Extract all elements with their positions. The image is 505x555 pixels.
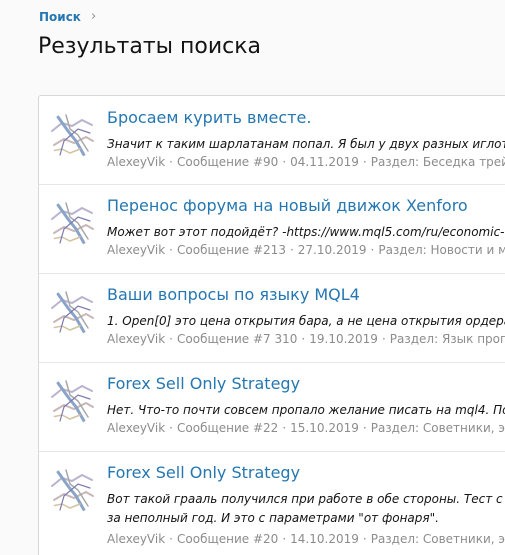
meta-separator: ·	[362, 532, 367, 546]
result-title-link[interactable]: Ваши вопросы по языку MQL4	[107, 285, 360, 304]
result-meta: AlexeyVik · Сообщение #7 310 · 19.10.2019 · Ра…	[107, 332, 505, 346]
message-number-link[interactable]: Сообщение #213	[177, 243, 286, 257]
message-number-link[interactable]: Сообщение #20	[177, 532, 278, 546]
author-link[interactable]: AlexeyVik	[107, 532, 165, 546]
result-title-link[interactable]: Forex Sell Only Strategy	[107, 374, 300, 393]
snippet-line: за неполный год. И это с параметрами "от…	[107, 511, 439, 525]
meta-separator: ·	[282, 532, 287, 546]
result-row: Forex Sell Only Strategy Нет. Что-то почт…	[39, 362, 505, 452]
result-title-link[interactable]: Перенос форума на новый движок Xenforo	[107, 196, 468, 215]
snippet-line: Нет. Что-то почти совсем пропало желание…	[107, 403, 505, 417]
result-title-link[interactable]: Бросаем курить вместе.	[107, 108, 311, 127]
snippet-line: Значит к таким шарлатанам попал. Я был у…	[107, 137, 505, 151]
snippet-line: Может вот этот подойдёт? -https://www.mq…	[107, 225, 505, 239]
meta-separator: ·	[301, 332, 306, 346]
meta-separator: ·	[289, 243, 294, 257]
avatar-map-image	[48, 377, 96, 425]
meta-separator: ·	[282, 155, 287, 169]
avatar-map-image	[48, 466, 96, 514]
meta-separator: ·	[169, 421, 173, 435]
post-date: 15.10.2019	[290, 421, 359, 435]
avatar-map-image	[48, 288, 96, 336]
post-date: 14.10.2019	[290, 532, 359, 546]
result-row: Перенос форума на новый движок Xenforo Мо…	[39, 184, 505, 274]
meta-separator: ·	[370, 243, 375, 257]
section-link[interactable]: Раздел: Новости и мнени	[378, 243, 505, 257]
section-link[interactable]: Раздел: Беседка трейдеро	[371, 155, 505, 169]
result-meta: AlexeyVik · Сообщение #22 · 15.10.2019 · Разде…	[107, 421, 505, 435]
meta-separator: ·	[362, 421, 367, 435]
avatar-map-image	[48, 199, 96, 247]
avatar[interactable]	[48, 111, 96, 159]
section-link[interactable]: Раздел: Советники, экспер	[371, 421, 505, 435]
result-meta: AlexeyVik · Сообщение #213 · 27.10.2019 · Разд…	[107, 243, 505, 257]
section-link[interactable]: Раздел: Язык програм	[390, 332, 505, 346]
author-link[interactable]: AlexeyVik	[107, 243, 165, 257]
result-snippet: 1. Open[0] это цена открытия бара, а не …	[107, 312, 505, 331]
meta-separator: ·	[169, 532, 173, 546]
author-link[interactable]: AlexeyVik	[107, 421, 165, 435]
result-meta: AlexeyVik · Сообщение #20 · 14.10.2019 · Разде…	[107, 532, 505, 546]
page-title: Результаты поиска	[38, 34, 262, 59]
result-row: Forex Sell Only Strategy Вот такой грааль…	[39, 451, 505, 555]
result-meta: AlexeyVik · Сообщение #90 · 04.11.2019 · Разде…	[107, 155, 505, 169]
author-link[interactable]: AlexeyVik	[107, 155, 165, 169]
result-snippet: Значит к таким шарлатанам попал. Я был у…	[107, 135, 505, 154]
meta-separator: ·	[362, 155, 367, 169]
avatar-map-image	[48, 111, 96, 159]
section-link[interactable]: Раздел: Советники, экспер	[371, 532, 505, 546]
message-number-link[interactable]: Сообщение #90	[177, 155, 278, 169]
chevron-right-icon: ›	[90, 9, 97, 24]
post-date: 19.10.2019	[309, 332, 378, 346]
message-number-link[interactable]: Сообщение #7 310	[177, 332, 297, 346]
post-date: 27.10.2019	[297, 243, 367, 257]
meta-separator: ·	[169, 243, 173, 257]
result-row: Бросаем курить вместе. Значит к таким шар…	[39, 96, 505, 185]
meta-separator: ·	[169, 332, 173, 346]
search-results-page: Поиск › Результаты поиска Бросаем курить…	[0, 0, 505, 555]
result-row: Ваши вопросы по языку MQL4 1. Open[0] это…	[39, 273, 505, 363]
breadcrumb-search-link[interactable]: Поиск	[39, 10, 81, 24]
avatar[interactable]	[48, 466, 96, 514]
snippet-line: 1. Open[0] это цена открытия бара, а не …	[107, 314, 505, 328]
result-snippet: Нет. Что-то почти совсем пропало желание…	[107, 401, 505, 420]
meta-separator: ·	[381, 332, 386, 346]
meta-separator: ·	[282, 421, 287, 435]
results-list: Бросаем курить вместе. Значит к таким шар…	[38, 95, 505, 555]
breadcrumb: Поиск ›	[39, 9, 96, 24]
avatar[interactable]	[48, 199, 96, 247]
author-link[interactable]: AlexeyVik	[107, 332, 165, 346]
result-snippet: Может вот этот подойдёт? -https://www.mq…	[107, 223, 505, 242]
meta-separator: ·	[169, 155, 173, 169]
avatar[interactable]	[48, 377, 96, 425]
snippet-line: Вот такой грааль получился при работе в …	[107, 492, 505, 506]
post-date: 04.11.2019	[290, 155, 359, 169]
avatar[interactable]	[48, 288, 96, 336]
result-snippet: Вот такой грааль получился при работе в …	[107, 490, 505, 528]
result-title-link[interactable]: Forex Sell Only Strategy	[107, 463, 300, 482]
message-number-link[interactable]: Сообщение #22	[177, 421, 278, 435]
